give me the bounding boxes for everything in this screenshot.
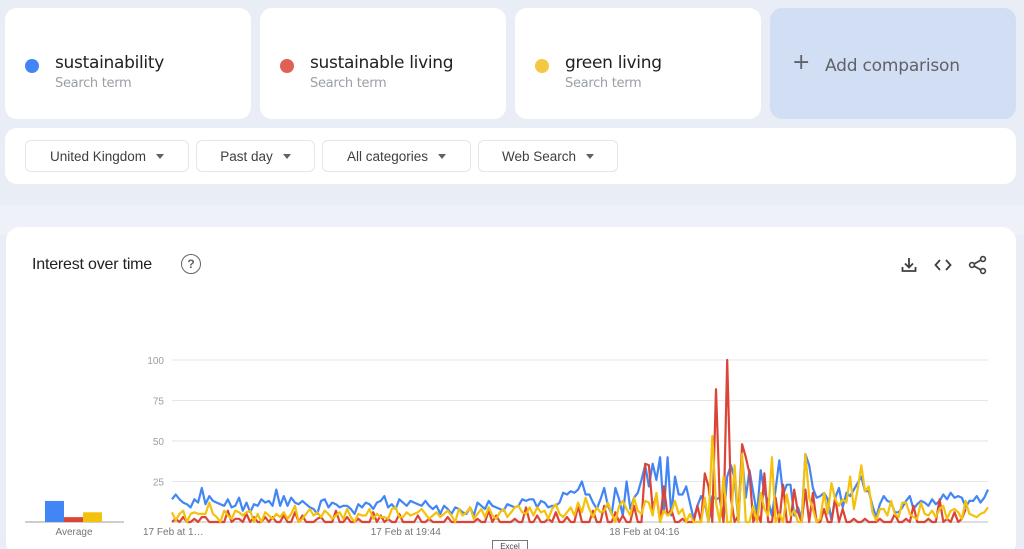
add-comparison-button[interactable]: + Add comparison (770, 8, 1016, 119)
caret-down-icon (282, 153, 291, 159)
search-type-dropdown[interactable]: Web Search (478, 140, 618, 172)
region-dropdown[interactable]: United Kingdom (25, 140, 189, 172)
category-label: All categories (346, 148, 429, 164)
term-card-sustainable-living[interactable]: sustainable living Search term (260, 8, 506, 119)
category-dropdown[interactable]: All categories (322, 140, 471, 172)
time-range-dropdown[interactable]: Past day (196, 140, 315, 172)
term-subtitle: Search term (565, 76, 642, 91)
term-subtitle: Search term (310, 76, 387, 91)
series-color-dot (535, 59, 549, 73)
interest-over-time-panel: Interest over time ? (6, 227, 1016, 549)
term-name: sustainable living (310, 53, 454, 73)
term-subtitle: Search term (55, 76, 132, 91)
tooltip-stub: Excel (492, 540, 528, 549)
caret-down-icon (586, 153, 595, 159)
time-range-label: Past day (220, 148, 273, 164)
panel-title: Interest over time (32, 256, 153, 273)
region-label: United Kingdom (49, 148, 147, 164)
series-color-dot (25, 59, 39, 73)
term-card-green-living[interactable]: green living Search term (515, 8, 761, 119)
series-color-dot (280, 59, 294, 73)
caret-down-icon (156, 153, 165, 159)
filter-bar: United Kingdom Past day All categories W… (5, 128, 1016, 184)
plus-icon: + (792, 50, 811, 75)
term-name: green living (565, 53, 662, 73)
add-comparison-label: Add comparison (825, 56, 960, 76)
term-name: sustainability (55, 53, 164, 73)
download-icon[interactable] (898, 254, 920, 276)
embed-code-icon[interactable] (932, 254, 954, 276)
caret-down-icon (438, 153, 447, 159)
question-circle-icon[interactable]: ? (181, 254, 201, 274)
share-icon[interactable] (967, 254, 989, 276)
term-card-sustainability[interactable]: sustainability Search term (5, 8, 251, 119)
search-type-label: Web Search (501, 148, 577, 164)
